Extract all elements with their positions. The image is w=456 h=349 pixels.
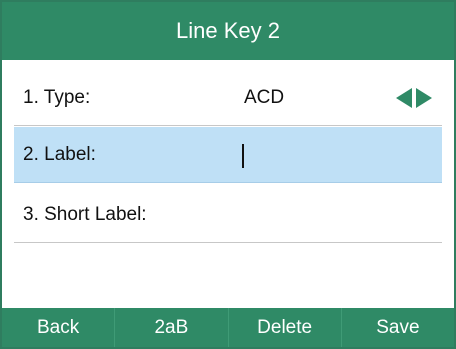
input-mode-softkey[interactable]: 2aB (115, 308, 229, 347)
type-field-label: 1. Type: (23, 86, 91, 108)
arrow-left-icon[interactable] (396, 87, 412, 108)
short-label-field-label: 3. Short Label: (23, 203, 147, 225)
delete-softkey[interactable]: Delete (229, 308, 342, 347)
label-field-row[interactable]: 2. Label: (14, 127, 442, 183)
page-title: Line Key 2 (176, 18, 280, 43)
type-field-value: ACD (244, 86, 285, 108)
arrow-right-icon[interactable] (416, 87, 432, 108)
label-field-label: 2. Label: (23, 143, 96, 165)
save-softkey[interactable]: Save (342, 308, 454, 347)
back-softkey[interactable]: Back (2, 308, 116, 347)
type-field-row[interactable]: 1. Type: ACD (14, 70, 442, 126)
short-label-field-row[interactable]: 3. Short Label: (14, 187, 442, 243)
phone-screen: Line Key 2 1. Type: ACD 2. Label: 3. Sho… (0, 0, 456, 349)
text-cursor (242, 144, 244, 168)
type-selector-arrows[interactable] (396, 70, 432, 125)
title-bar: Line Key 2 (2, 2, 454, 60)
softkey-bar: Back 2aB Delete Save (2, 308, 454, 347)
